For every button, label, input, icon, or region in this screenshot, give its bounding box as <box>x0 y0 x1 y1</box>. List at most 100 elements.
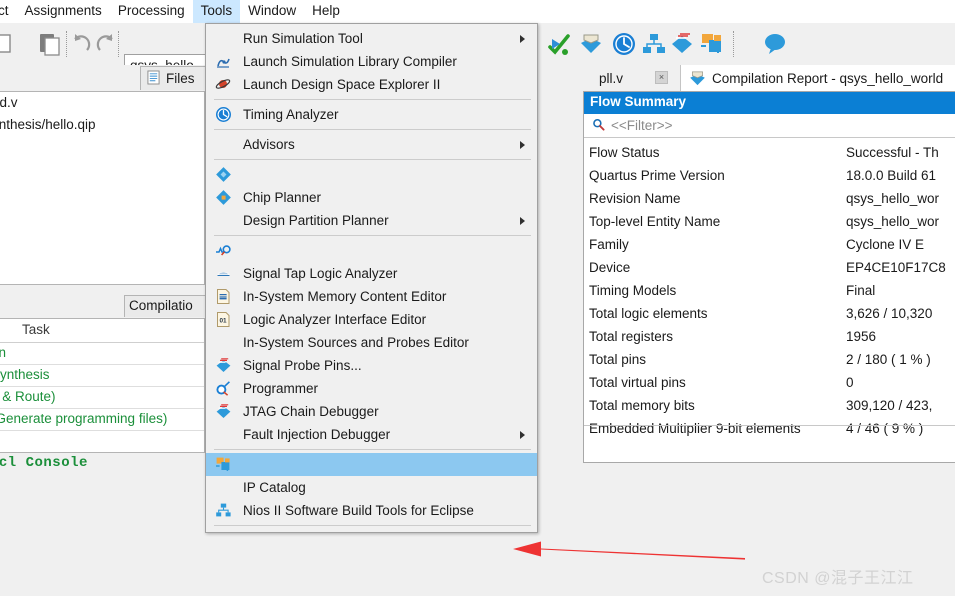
menu-label: Chip Planner <box>243 190 322 205</box>
programmer-icon <box>215 357 232 374</box>
menu-label: Logic Analyzer Interface Editor <box>243 312 427 327</box>
start-compilation-icon[interactable] <box>546 31 572 57</box>
redo-icon[interactable] <box>93 31 119 57</box>
copy-icon[interactable] <box>0 31 18 57</box>
menu-separator <box>214 99 531 100</box>
menu-label: Launch Design Space Explorer II <box>243 77 441 92</box>
list-item[interactable]: ynthesis/hello.qip <box>0 114 204 136</box>
menu-chip-planner[interactable] <box>206 163 537 186</box>
flow-key: Total memory bits <box>589 398 695 413</box>
comment-icon[interactable] <box>762 31 788 57</box>
table-row[interactable]: Family Cyclone IV E <box>584 233 955 256</box>
menu-programmer[interactable]: Signal Probe Pins... <box>206 354 537 377</box>
svg-text:01: 01 <box>219 317 227 324</box>
tools-dropdown-menu: Run Simulation Tool Launch Simulation Li… <box>205 23 538 533</box>
menu-label: Nios II Software Build Tools for Eclipse <box>243 503 474 518</box>
flow-key: Flow Status <box>589 145 660 160</box>
menu-platform-designer[interactable]: Nios II Software Build Tools for Eclipse <box>206 499 537 522</box>
table-bottom-rule <box>584 425 955 426</box>
flow-key: Top-level Entity Name <box>589 214 721 229</box>
programmer-icon[interactable] <box>669 31 695 57</box>
ip-catalog-icon[interactable] <box>699 31 725 57</box>
menu-timing-analyzer[interactable]: Timing Analyzer <box>206 103 537 126</box>
menu-launch-design-space-explorer[interactable]: Launch Design Space Explorer II <box>206 73 537 96</box>
tab-compilation-report[interactable]: Compilation Report - qsys_hello_world <box>681 65 955 91</box>
toolbar-separator-3 <box>733 31 736 57</box>
flow-value: 4 / 46 ( 9 % ) <box>846 421 924 436</box>
paste-icon[interactable] <box>37 31 63 57</box>
design-space-explorer-icon <box>215 76 232 93</box>
chip-planner-icon <box>215 166 232 183</box>
menu-separator <box>214 129 531 130</box>
compilation-report-body: Flow Summary <<Filter>> Flow Status Succ… <box>583 91 955 463</box>
task-panel: Task gn Synthesis e & Route) (Generate p… <box>0 318 205 453</box>
table-row[interactable]: Total memory bits 309,120 / 423, <box>584 394 955 417</box>
table-row[interactable]: Embedded Multiplier 9-bit elements 4 / 4… <box>584 417 955 440</box>
flow-key: Revision Name <box>589 191 681 206</box>
jtag-chain-debugger-icon <box>215 380 232 397</box>
undo-icon[interactable] <box>68 31 94 57</box>
menu-netlist-viewers[interactable]: Design Partition Planner <box>206 209 537 232</box>
list-item[interactable]: rld.v <box>0 92 204 114</box>
table-row[interactable]: Timing Models Final <box>584 279 955 302</box>
menu-signal-probe-pins[interactable]: In-System Sources and Probes Editor <box>206 331 537 354</box>
table-row[interactable]: Top-level Entity Name qsys_hello_wor <box>584 210 955 233</box>
timing-analyzer-icon[interactable] <box>611 31 637 57</box>
table-row[interactable]: Total registers 1956 <box>584 325 955 348</box>
flow-value: qsys_hello_wor <box>846 214 940 229</box>
menu-item-project[interactable]: ct <box>0 0 17 23</box>
menu-label: JTAG Chain Debugger <box>243 404 379 419</box>
menu-in-system-sources-and-probes-editor[interactable]: 01 Logic Analyzer Interface Editor <box>206 308 537 331</box>
flow-value: EP4CE10F17C8 <box>846 260 946 275</box>
menu-separator <box>214 525 531 526</box>
task-row[interactable]: (Generate programming files) <box>0 409 204 431</box>
compilation-report-icon[interactable] <box>578 31 604 57</box>
task-row[interactable]: Synthesis <box>0 365 204 387</box>
menu-logic-analyzer-interface-editor[interactable]: In-System Memory Content Editor <box>206 285 537 308</box>
table-row[interactable]: Total virtual pins 0 <box>584 371 955 394</box>
menu-signal-tap-logic-analyzer[interactable] <box>206 239 537 262</box>
flow-summary-title: Flow Summary <box>584 92 955 114</box>
menu-in-system-memory-content-editor[interactable]: Signal Tap Logic Analyzer <box>206 262 537 285</box>
table-row[interactable]: Device EP4CE10F17C8 <box>584 256 955 279</box>
menu-ip-catalog[interactable] <box>206 453 537 476</box>
close-icon[interactable]: × <box>655 71 668 84</box>
timing-analyzer-icon <box>215 106 232 123</box>
menu-nios-ii-software-build-tools-for-eclipse[interactable]: IP Catalog <box>206 476 537 499</box>
table-row[interactable]: Total logic elements 3,626 / 10,320 <box>584 302 955 325</box>
flow-value: 309,120 / 423, <box>846 398 933 413</box>
menu-label: IP Catalog <box>243 480 306 495</box>
tab-files[interactable]: Files <box>140 66 208 90</box>
menu-item-help[interactable]: Help <box>304 0 348 23</box>
tab-pll-v[interactable]: pll.v × <box>580 65 681 91</box>
flow-summary-filter[interactable]: <<Filter>> <box>584 114 955 138</box>
task-row[interactable]: e & Route) <box>0 387 204 409</box>
menu-label: In-System Sources and Probes Editor <box>243 335 469 350</box>
menu-item-window[interactable]: Window <box>240 0 304 23</box>
files-icon <box>147 70 160 88</box>
menu-system-debugging-tools[interactable]: Fault Injection Debugger <box>206 423 537 446</box>
menu-jtag-chain-debugger[interactable]: Programmer <box>206 377 537 400</box>
menu-run-simulation-tool[interactable]: Run Simulation Tool <box>206 27 537 50</box>
tab-compilation-report-label: Compilation Report - qsys_hello_world <box>712 70 944 86</box>
menu-design-partition-planner[interactable]: Chip Planner <box>206 186 537 209</box>
table-row[interactable]: Revision Name qsys_hello_wor <box>584 187 955 210</box>
menu-fault-injection-debugger[interactable]: JTAG Chain Debugger <box>206 400 537 423</box>
logic-analyzer-interface-icon <box>215 288 232 305</box>
files-list[interactable]: rld.v ynthesis/hello.qip <box>0 91 205 285</box>
menu-item-processing[interactable]: Processing <box>110 0 193 23</box>
table-row[interactable]: Quartus Prime Version 18.0.0 Build 61 <box>584 164 955 187</box>
menu-launch-simulation-library-compiler[interactable]: Launch Simulation Library Compiler <box>206 50 537 73</box>
table-row[interactable]: Total pins 2 / 180 ( 1 % ) <box>584 348 955 371</box>
task-row[interactable]: gn <box>0 343 204 365</box>
menu-advisors[interactable]: Advisors <box>206 133 537 156</box>
flow-key: Total logic elements <box>589 306 708 321</box>
tab-compilation[interactable]: Compilatio <box>124 295 206 317</box>
menu-item-tools[interactable]: Tools <box>192 0 241 23</box>
chevron-right-icon <box>520 431 525 439</box>
tab-compilation-label: Compilatio <box>129 298 193 313</box>
menu-item-assignments[interactable]: Assignments <box>17 0 110 23</box>
flow-summary-rows: Flow Status Successful - Th Quartus Prim… <box>584 138 955 440</box>
table-row[interactable]: Flow Status Successful - Th <box>584 141 955 164</box>
platform-designer-icon[interactable] <box>641 31 667 57</box>
